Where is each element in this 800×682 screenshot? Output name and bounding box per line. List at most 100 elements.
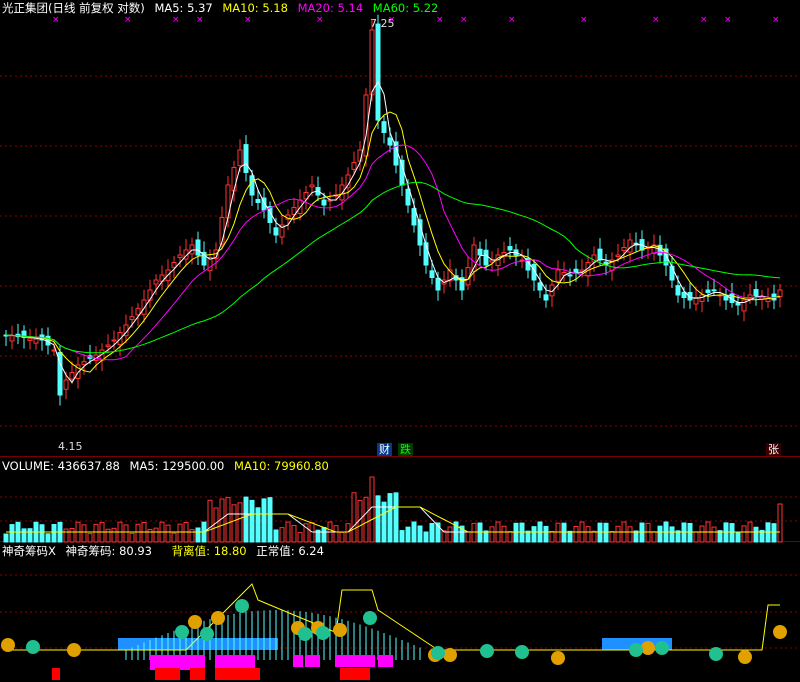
candle-body [375,23,381,121]
volume-bar [555,522,561,543]
volume-bar [363,496,369,543]
volume-bar [129,532,135,543]
volume-bar [657,525,663,543]
indicator-block [52,668,60,680]
volume-bar [105,528,111,543]
candle-body [321,199,327,206]
volume-bar [147,528,153,543]
volume-bar [237,502,243,543]
candle-body [699,294,705,302]
volume-bar [645,522,651,543]
volume-bar [261,498,267,543]
candle-body [81,361,87,365]
ma20-line [5,144,781,361]
sell-signal-icon [655,641,669,655]
candle-body [615,254,621,258]
volume-bar [387,493,393,543]
volume-bar [291,525,297,543]
candle-body [69,372,75,380]
volume-bar [249,499,255,543]
volume-bar [93,523,99,543]
candle-body [33,338,39,344]
volume-bar [69,528,75,543]
sell-signal-icon [629,643,643,657]
volume-bar [27,528,33,543]
volume-bar [39,524,45,543]
volume-bar [627,526,633,543]
volume-bar [513,522,519,543]
candle-body [597,248,603,261]
signal-mark: × [52,15,60,25]
candle-body [723,295,729,301]
signal-mark: × [172,15,180,25]
sell-signal-icon [431,646,445,660]
signal-mark: × [436,15,444,25]
volume-bar [375,495,381,543]
buy-signal-icon [67,643,81,657]
candle-body [537,282,543,291]
candle-body [273,227,279,236]
sell-signal-icon [363,611,377,625]
volume-bar [399,530,405,543]
candle-body [231,167,237,192]
volume-bar [489,526,495,543]
volume-bar [519,522,525,543]
volume-bar [669,526,675,543]
sell-signal-icon [709,647,723,661]
kline-chart[interactable]: × × × × × × × × × × × × × × × [0,0,800,682]
volume-bar [411,521,417,543]
buy-signal-icon [211,611,225,625]
volume-bar [189,529,195,543]
volume-bar [339,531,345,543]
candle-body [555,269,561,282]
signal-mark: × [244,15,252,25]
candle-body [567,274,573,277]
candle-body [141,299,147,315]
volume-bar [9,524,15,543]
volume-bar [231,504,237,543]
candle-body [129,316,135,321]
volume-bar [153,527,159,543]
candle-body [627,239,633,253]
ma5-line [5,80,781,384]
volume-bar [195,527,201,543]
volume-bar [573,525,579,543]
volume-bar [135,523,141,543]
volume-bar [465,531,471,543]
candle-body [711,289,717,292]
indicator-block [190,668,205,680]
volume-bar [735,531,741,543]
indicator-block [335,655,375,667]
candle-body [9,335,15,342]
volume-bar [609,531,615,543]
candle-body [429,270,435,279]
candle-body [243,144,249,173]
signal-mark: × [124,15,132,25]
candle-body [27,337,33,341]
volume-bar [525,530,531,543]
volume-bar [591,530,597,543]
volume-bar [63,528,69,543]
signal-mark: × [652,15,660,25]
volume-bar [171,532,177,543]
buy-signal-icon [641,641,655,655]
volume-bar [369,476,375,543]
volume-bar [207,499,213,543]
candle-body [345,174,351,189]
volume-bar [417,525,423,543]
candle-body [153,279,159,285]
volume-bar [51,523,57,543]
volume-bar [405,526,411,543]
candle-body [309,184,315,188]
candle-body [105,344,111,347]
indicator-block [378,655,393,667]
volume-bar [45,533,51,543]
signal-mark: × [580,15,588,25]
candle-body [477,248,483,256]
candle-body [393,141,399,166]
volume-bar [639,522,645,543]
volume-bar [213,507,219,543]
indicator-block [150,655,190,670]
buy-signal-icon [1,638,15,652]
volume-bar [225,497,231,543]
